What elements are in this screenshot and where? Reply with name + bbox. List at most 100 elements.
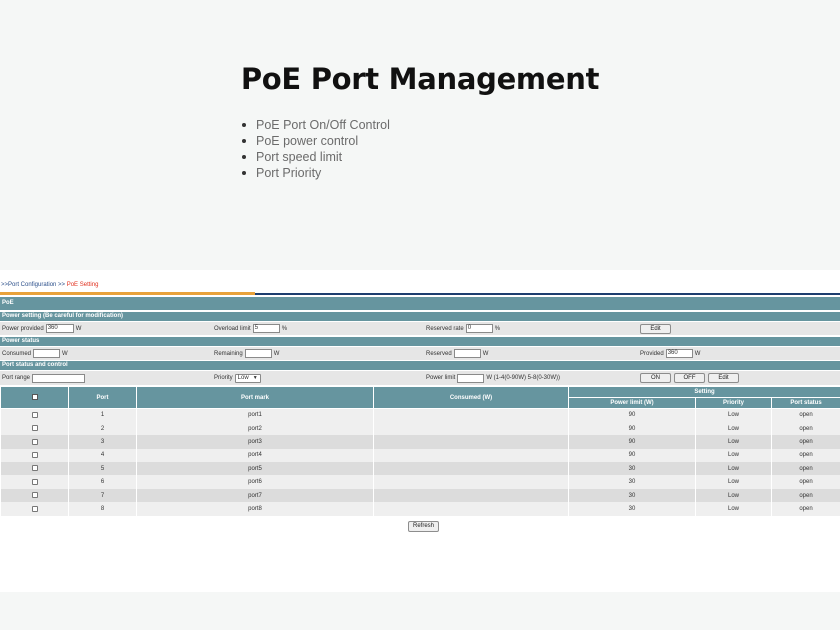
column-header-port-mark: Port mark [136, 386, 374, 409]
provided-field: 360 [665, 349, 693, 358]
port-range-label: Port range [2, 375, 31, 381]
port-mark: port1 [136, 408, 374, 422]
remaining-label: Remaining [214, 350, 243, 357]
remaining-field [244, 349, 272, 358]
port-power-limit: 30 [568, 462, 696, 476]
port-edit-button[interactable]: Edit [708, 373, 739, 383]
port-priority: Low [695, 502, 772, 516]
port-status: open [770, 408, 840, 422]
feature-label: PoE Port On/Off Control [256, 118, 390, 132]
consumed-unit: W [62, 350, 68, 357]
port-number: 4 [68, 448, 137, 463]
refresh-button[interactable]: Refresh [408, 521, 439, 532]
bullet-icon [242, 171, 246, 175]
port-priority: Low [695, 408, 772, 422]
row-checkbox[interactable] [31, 465, 38, 472]
column-header-power-limit: Power limit (W) [568, 397, 696, 409]
priority-select[interactable]: Low ▼ [234, 373, 261, 383]
reserved-rate-label: Reserved rate [426, 325, 464, 332]
table-row: 5 port5 30 Low open [0, 462, 840, 476]
port-off-button[interactable]: OFF [674, 373, 705, 383]
row-checkbox[interactable] [31, 478, 38, 485]
feature-item: Port speed limit [242, 149, 390, 165]
port-priority: Low [695, 475, 772, 489]
port-consumed [373, 448, 569, 463]
row-checkbox[interactable] [31, 452, 38, 459]
table-row: 3 port3 90 Low open [0, 435, 840, 449]
section-header-port-status-control: Port status and control [0, 361, 840, 370]
port-power-limit: 90 [568, 421, 696, 436]
feature-list: PoE Port On/Off Control PoE power contro… [242, 117, 390, 181]
overload-limit-label: Overload limit [214, 325, 251, 332]
chevron-down-icon: ▼ [252, 375, 258, 381]
port-mark: port2 [136, 421, 374, 436]
priority-select-value: Low [237, 375, 249, 381]
port-consumed [373, 435, 569, 449]
port-priority: Low [695, 448, 772, 463]
row-checkbox[interactable] [31, 492, 38, 499]
port-consumed [373, 488, 569, 503]
table-row: 1 port1 90 Low open [0, 408, 840, 422]
port-priority: Low [695, 435, 772, 449]
power-limit-input[interactable] [457, 373, 485, 383]
port-power-limit: 30 [568, 502, 696, 516]
port-number: 3 [68, 435, 137, 449]
port-range-input[interactable] [32, 373, 86, 383]
port-status: open [770, 421, 840, 436]
port-mark: port3 [136, 435, 374, 449]
port-control-row: Port range Priority Low ▼ Power limit W (… [0, 371, 840, 385]
port-mark: port8 [136, 502, 374, 516]
feature-item: PoE power control [242, 133, 390, 149]
reserved-rate-input[interactable]: 0 [465, 324, 493, 333]
feature-label: PoE power control [256, 134, 359, 148]
power-setting-edit-button[interactable]: Edit [640, 323, 671, 334]
poe-setting-panel: >>Port Configuration >> PoE Setting PoE … [0, 270, 840, 592]
page-title: PoE Port Management [240, 62, 600, 96]
column-header-port: Port [68, 386, 137, 409]
reserved-field [453, 349, 481, 358]
table-row: 8 port8 30 Low open [0, 502, 840, 516]
power-limit-hint: W (1-4(0-90W) 5-8(0-30W)) [486, 375, 561, 381]
feature-item: Port Priority [242, 165, 390, 181]
hero-section: PoE Port Management PoE Port On/Off Cont… [0, 0, 840, 270]
row-checkbox[interactable] [31, 425, 38, 432]
port-mark: port7 [136, 488, 374, 503]
port-consumed [373, 408, 569, 422]
breadcrumb-current: PoE Setting [66, 282, 99, 288]
port-consumed [373, 475, 569, 489]
row-checkbox[interactable] [31, 412, 38, 419]
feature-label: Port speed limit [256, 150, 343, 164]
table-row: 2 port2 90 Low open [0, 421, 840, 436]
row-checkbox[interactable] [31, 505, 38, 512]
breadcrumb-link[interactable]: >>Port Configuration >> [1, 282, 67, 288]
power-setting-row: Power provided 360 W Overload limit 5 % … [0, 322, 840, 335]
port-power-limit: 90 [568, 408, 696, 422]
overload-limit-input[interactable]: 5 [252, 324, 280, 333]
reserved-rate-unit: % [494, 325, 501, 332]
port-number: 2 [68, 421, 137, 436]
overload-limit-unit: % [281, 325, 288, 332]
bullet-icon [242, 139, 246, 143]
row-checkbox[interactable] [31, 438, 38, 445]
reserved-label: Reserved [426, 350, 452, 357]
section-header-poe: PoE [0, 297, 840, 310]
feature-item: PoE Port On/Off Control [242, 117, 390, 133]
port-status: open [770, 462, 840, 476]
port-on-button[interactable]: ON [640, 373, 671, 383]
port-number: 6 [68, 475, 137, 489]
power-provided-label: Power provided [2, 325, 44, 332]
feature-label: Port Priority [256, 166, 322, 180]
port-number: 1 [68, 408, 137, 422]
port-number: 5 [68, 462, 137, 476]
reserved-unit: W [482, 350, 489, 357]
section-header-power-setting: Power setting (Be careful for modificati… [0, 312, 840, 321]
port-mark: port6 [136, 475, 374, 489]
select-all-checkbox[interactable] [31, 394, 38, 401]
remaining-unit: W [273, 350, 280, 357]
select-all-header [0, 386, 69, 409]
port-consumed [373, 462, 569, 476]
port-table: Port Port mark Consumed (W) Setting Powe… [0, 386, 840, 516]
port-status: open [770, 435, 840, 449]
power-provided-input[interactable]: 360 [45, 324, 74, 333]
port-priority: Low [695, 462, 772, 476]
